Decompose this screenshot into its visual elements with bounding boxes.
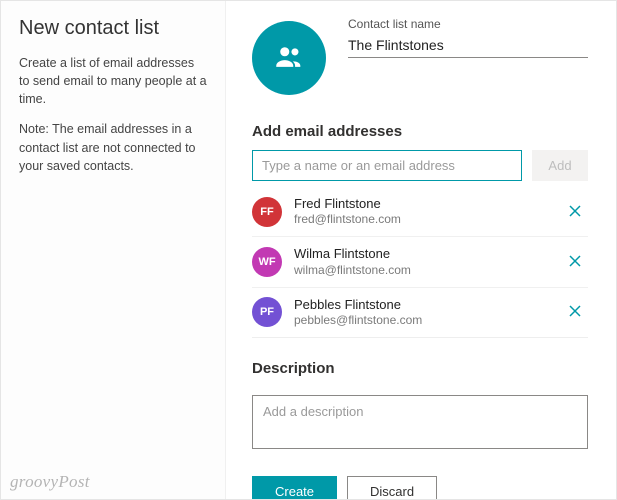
- contact-email: wilma@flintstone.com: [294, 263, 564, 278]
- add-email-heading: Add email addresses: [252, 123, 588, 140]
- contact-name: Fred Flintstone: [294, 196, 564, 212]
- contact-email: pebbles@flintstone.com: [294, 313, 564, 328]
- contact-list-avatar: [252, 21, 326, 95]
- create-button[interactable]: Create: [252, 476, 337, 499]
- close-icon: [569, 304, 581, 320]
- description-heading: Description: [252, 360, 588, 377]
- info-paragraph-2: Note: The email addresses in a contact l…: [19, 120, 207, 174]
- form-panel: Contact list name Add email addresses Ad…: [226, 1, 616, 499]
- people-icon: [272, 40, 306, 77]
- contact-initials-badge: PF: [252, 297, 282, 327]
- description-input[interactable]: [252, 395, 588, 449]
- close-icon: [569, 204, 581, 220]
- info-paragraph-1: Create a list of email addresses to send…: [19, 54, 207, 108]
- contact-info: Wilma Flintstonewilma@flintstone.com: [294, 246, 564, 277]
- contact-row: WF Wilma Flintstonewilma@flintstone.com: [252, 237, 588, 287]
- remove-contact-button[interactable]: [564, 251, 586, 273]
- contacts-list: FF Fred Flintstonefred@flintstone.com WF Wi…: [252, 187, 588, 338]
- contact-name: Pebbles Flintstone: [294, 297, 564, 313]
- contact-row: FF Fred Flintstonefred@flintstone.com: [252, 187, 588, 237]
- contact-info: Fred Flintstonefred@flintstone.com: [294, 196, 564, 227]
- page-title: New contact list: [19, 17, 207, 40]
- info-panel: New contact list Create a list of email …: [1, 1, 226, 499]
- name-field-label: Contact list name: [348, 17, 588, 31]
- contact-initials-badge: FF: [252, 197, 282, 227]
- discard-button[interactable]: Discard: [347, 476, 437, 499]
- contact-email: fred@flintstone.com: [294, 212, 564, 227]
- contact-name: Wilma Flintstone: [294, 246, 564, 262]
- remove-contact-button[interactable]: [564, 201, 586, 223]
- contact-info: Pebbles Flintstonepebbles@flintstone.com: [294, 297, 564, 328]
- remove-contact-button[interactable]: [564, 301, 586, 323]
- close-icon: [569, 254, 581, 270]
- add-email-button[interactable]: Add: [532, 150, 588, 181]
- contact-initials-badge: WF: [252, 247, 282, 277]
- email-address-input[interactable]: [252, 150, 522, 181]
- contact-row: PF Pebbles Flintstonepebbles@flintstone.c…: [252, 288, 588, 338]
- contact-list-name-input[interactable]: [348, 33, 588, 58]
